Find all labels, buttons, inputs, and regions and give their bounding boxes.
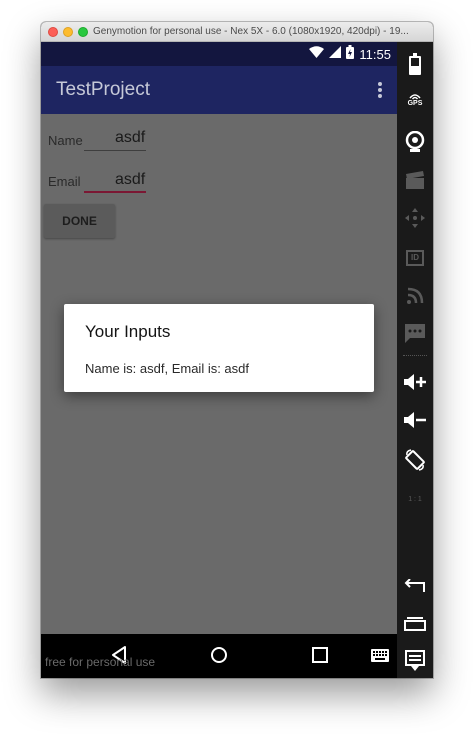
done-button[interactable]: DONE: [44, 204, 115, 238]
recent-apps-icon[interactable]: [403, 612, 427, 636]
app-bar: TestProject: [41, 66, 397, 114]
device-id-label: ID: [406, 250, 424, 266]
genymotion-toolbar: GPS ID 1 : 1: [397, 42, 433, 678]
rotate-icon[interactable]: [403, 448, 427, 472]
emulator-window: Genymotion for personal use - Nex 5X - 6…: [41, 22, 433, 678]
move-icon[interactable]: [403, 206, 427, 230]
name-field[interactable]: asdf: [115, 129, 145, 147]
close-window-button[interactable]: [48, 27, 58, 37]
window-title: Genymotion for personal use - Nex 5X - 6…: [93, 26, 409, 37]
volume-down-icon[interactable]: [403, 408, 427, 432]
keyboard-icon[interactable]: [371, 649, 389, 667]
name-field-underline: [84, 150, 146, 151]
more-chevron-icon[interactable]: [403, 662, 427, 674]
sms-icon[interactable]: [403, 322, 427, 346]
android-screen: 11:55 TestProject Name asdf Email asdf D…: [41, 42, 397, 678]
signal-icon: [329, 45, 342, 63]
dialog-message: Name is: asdf, Email is: asdf: [85, 361, 249, 376]
overflow-menu-icon[interactable]: [377, 82, 383, 98]
battery-icon: [346, 44, 355, 64]
volume-up-icon[interactable]: [403, 370, 427, 394]
gps-widget-icon[interactable]: GPS: [403, 88, 427, 112]
webcam-icon[interactable]: [403, 130, 427, 154]
watermark: free for personal use: [45, 655, 156, 669]
pixel-perfect-label: 1 : 1: [408, 496, 422, 503]
recents-icon[interactable]: [312, 647, 328, 668]
email-field[interactable]: asdf: [115, 171, 145, 189]
wifi-icon: [309, 45, 325, 63]
email-field-underline: [84, 191, 146, 193]
back-button-icon[interactable]: [403, 574, 427, 598]
screencast-icon[interactable]: [403, 168, 427, 192]
email-label: Email: [48, 174, 81, 189]
battery-widget-icon[interactable]: [403, 52, 427, 76]
home-icon[interactable]: [210, 646, 228, 669]
status-bar: 11:55: [41, 42, 397, 66]
pixel-perfect-icon[interactable]: 1 : 1: [403, 488, 427, 512]
toolbar-separator: [403, 355, 427, 356]
window-titlebar[interactable]: Genymotion for personal use - Nex 5X - 6…: [41, 22, 433, 42]
name-label: Name: [48, 133, 83, 148]
minimize-window-button[interactable]: [63, 27, 73, 37]
rss-icon[interactable]: [403, 284, 427, 308]
dialog-title: Your Inputs: [85, 322, 171, 341]
gps-label: GPS: [407, 100, 423, 107]
maximize-window-button[interactable]: [78, 27, 88, 37]
inputs-dialog: Your Inputs Name is: asdf, Email is: asd…: [64, 304, 374, 392]
app-title: TestProject: [56, 79, 150, 100]
device-id-icon[interactable]: ID: [403, 246, 427, 270]
status-clock: 11:55: [359, 46, 391, 62]
